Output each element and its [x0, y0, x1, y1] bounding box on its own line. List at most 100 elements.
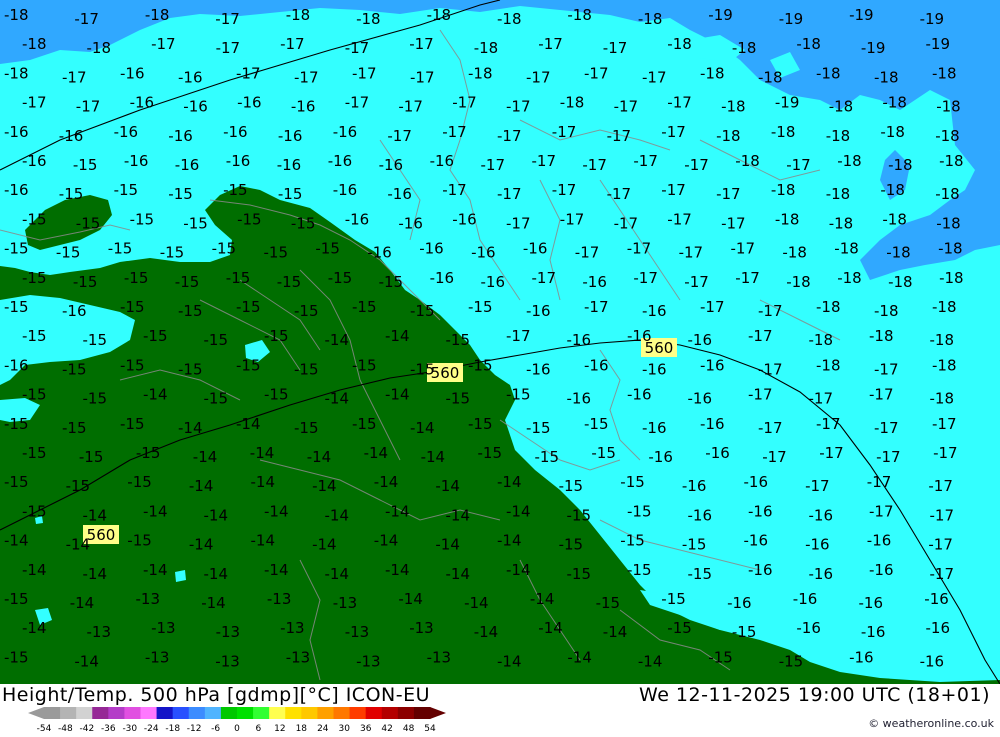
temperature-label: -16 — [793, 590, 818, 608]
temperature-label: -16 — [796, 619, 821, 637]
temperature-label: -17 — [607, 127, 632, 145]
temperature-label: -18 — [880, 181, 905, 199]
temperature-label: -17 — [874, 419, 899, 437]
temperature-label: -15 — [83, 390, 108, 408]
temperature-label: -16 — [345, 210, 370, 228]
temperature-label: -18 — [837, 269, 862, 287]
temperature-label: -18 — [936, 214, 961, 232]
temperature-label: -15 — [183, 214, 208, 232]
temperature-label: -16 — [175, 156, 200, 174]
temperature-label: -14 — [325, 331, 350, 349]
temperature-label: -15 — [294, 360, 319, 378]
temperature-label: -17 — [215, 10, 240, 28]
temperature-label: -17 — [748, 386, 773, 404]
temperature-label: -17 — [236, 64, 261, 82]
temperature-label: -15 — [136, 444, 161, 462]
temperature-label: -14 — [374, 532, 399, 550]
temperature-label: -15 — [226, 269, 251, 287]
temperature-label: -14 — [410, 419, 435, 437]
temperature-label: -16 — [869, 561, 894, 579]
temperature-label: -15 — [22, 386, 47, 404]
temperature-label: -15 — [468, 415, 493, 433]
temperature-label: -15 — [468, 356, 493, 374]
temperature-label: -14 — [567, 648, 592, 666]
temperature-label: -15 — [688, 565, 713, 583]
temperature-label: -14 — [264, 502, 289, 520]
temperature-label: -16 — [627, 386, 652, 404]
temperature-label: -13 — [286, 648, 311, 666]
temperature-label: -16 — [849, 648, 874, 666]
temperature-label: -17 — [560, 210, 585, 228]
temperature-label: -17 — [584, 64, 609, 82]
temperature-label: -16 — [700, 415, 725, 433]
temperature-label: -16 — [471, 244, 496, 262]
temperature-label: -16 — [688, 506, 713, 524]
temperature-label: -14 — [251, 532, 276, 550]
temperature-label: -17 — [603, 39, 628, 57]
color-scale-legend: -54 -48 -42 -36 -30 -24 -18 -12 -6 0 6 12 18 24 30 36 42… — [28, 706, 468, 737]
temperature-label: -15 — [4, 590, 29, 608]
temperature-label: -15 — [22, 444, 47, 462]
temperature-label: -14 — [374, 473, 399, 491]
scale-tick-label: -30 — [122, 724, 137, 733]
temperature-label: -14 — [189, 477, 214, 495]
temperature-label: -16 — [226, 152, 251, 170]
temperature-label: -13 — [145, 648, 170, 666]
temperature-label: -18 — [468, 64, 493, 82]
temperature-label: -18 — [809, 331, 834, 349]
temperature-label: -18 — [474, 39, 499, 57]
temperature-label: -16 — [59, 127, 84, 145]
temperature-label: -14 — [325, 390, 350, 408]
temperature-label: -16 — [120, 64, 145, 82]
temperature-label: -16 — [387, 185, 412, 203]
temperature-label: -15 — [62, 360, 87, 378]
temperature-label: -18 — [939, 152, 964, 170]
temperature-label: -17 — [552, 181, 577, 199]
temperature-label: -18 — [935, 127, 960, 145]
temperature-label: -16 — [805, 536, 830, 554]
temperature-label: -15 — [328, 269, 353, 287]
temperature-label: -16 — [430, 152, 455, 170]
temperature-label: -14 — [364, 444, 389, 462]
temperature-label: -14 — [22, 619, 47, 637]
temperature-label: -15 — [567, 506, 592, 524]
temperature-label: -14 — [530, 590, 555, 608]
temperature-label: -17 — [398, 98, 423, 116]
temperature-label: -15 — [127, 532, 152, 550]
temperature-label: -13 — [151, 619, 176, 637]
temperature-label: -16 — [62, 302, 87, 320]
temperature-label: -13 — [280, 619, 305, 637]
scale-tick-label: -48 — [58, 724, 73, 733]
temperature-label: -15 — [379, 273, 404, 291]
temperature-label: -17 — [679, 244, 704, 262]
temperature-label: -17 — [932, 415, 957, 433]
scale-swatch — [397, 707, 415, 719]
temperature-label: -17 — [758, 302, 783, 320]
temperature-label: -14 — [143, 386, 168, 404]
temperature-label: -14 — [251, 473, 276, 491]
temperature-label: -19 — [708, 6, 733, 24]
scale-tick-label: 6 — [256, 724, 262, 733]
temperature-label: -17 — [526, 68, 551, 86]
scale-swatch — [381, 707, 399, 719]
temperature-label: -16 — [648, 448, 673, 466]
temperature-label: -15 — [56, 244, 81, 262]
scale-tick-label: 54 — [424, 724, 436, 733]
temperature-label: -16 — [114, 123, 139, 141]
temperature-label: -16 — [526, 302, 551, 320]
temperature-label: -16 — [328, 152, 353, 170]
temperature-label: -16 — [744, 532, 769, 550]
temperature-label: -19 — [779, 10, 804, 28]
temperature-label: -18 — [932, 356, 957, 374]
temperature-label: -15 — [682, 536, 707, 554]
temperature-label: -15 — [620, 532, 645, 550]
temperature-label: -17 — [930, 565, 955, 583]
temperature-label: -13 — [267, 590, 292, 608]
temperature-label: -16 — [452, 210, 477, 228]
temperature-label: -17 — [684, 156, 709, 174]
temperature-label: -15 — [4, 240, 29, 258]
temperature-label: -15 — [73, 156, 98, 174]
scale-swatch — [285, 707, 302, 719]
temperature-label: -17 — [758, 360, 783, 378]
temperature-label: -14 — [398, 590, 423, 608]
